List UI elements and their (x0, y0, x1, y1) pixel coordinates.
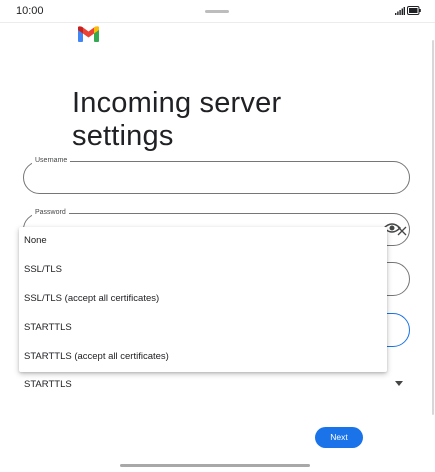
security-type-value: STARTTLS (24, 379, 72, 390)
menu-item-none[interactable]: None (19, 227, 387, 255)
close-icon[interactable] (397, 226, 407, 236)
gmail-logo-icon (78, 26, 99, 42)
password-label: Password (32, 207, 69, 219)
page-title: Incoming server settings (72, 87, 282, 153)
next-button[interactable]: Next (315, 427, 363, 448)
menu-item-label: SSL/TLS (accept all certificates) (24, 293, 160, 304)
status-bar-pill (205, 10, 229, 13)
menu-item-starttls[interactable]: STARTTLS (19, 314, 387, 342)
status-time: 10:00 (16, 5, 44, 17)
menu-item-label: SSL/TLS (24, 264, 63, 275)
status-bar: 10:00 (0, 0, 435, 22)
username-field[interactable]: Username (23, 155, 410, 194)
battery-icon (407, 6, 421, 15)
username-label: Username (32, 155, 71, 167)
top-divider (0, 22, 435, 23)
signal-icon (395, 7, 405, 15)
menu-item-label: STARTTLS (24, 322, 72, 333)
security-type-dropdown-menu: None SSL/TLS SSL/TLS (accept all certifi… (19, 227, 387, 372)
menu-item-ssl-tls[interactable]: SSL/TLS (19, 256, 387, 284)
dropdown-arrow-icon (395, 381, 403, 386)
home-indicator[interactable] (120, 464, 310, 467)
menu-item-starttls-accept-all[interactable]: STARTTLS (accept all certificates) (19, 343, 387, 371)
menu-item-label: None (24, 235, 47, 246)
menu-item-label: STARTTLS (accept all certificates) (24, 351, 169, 362)
menu-item-ssl-tls-accept-all[interactable]: SSL/TLS (accept all certificates) (19, 285, 387, 313)
scrollbar[interactable] (432, 40, 434, 415)
security-type-select[interactable]: STARTTLS (23, 374, 410, 398)
